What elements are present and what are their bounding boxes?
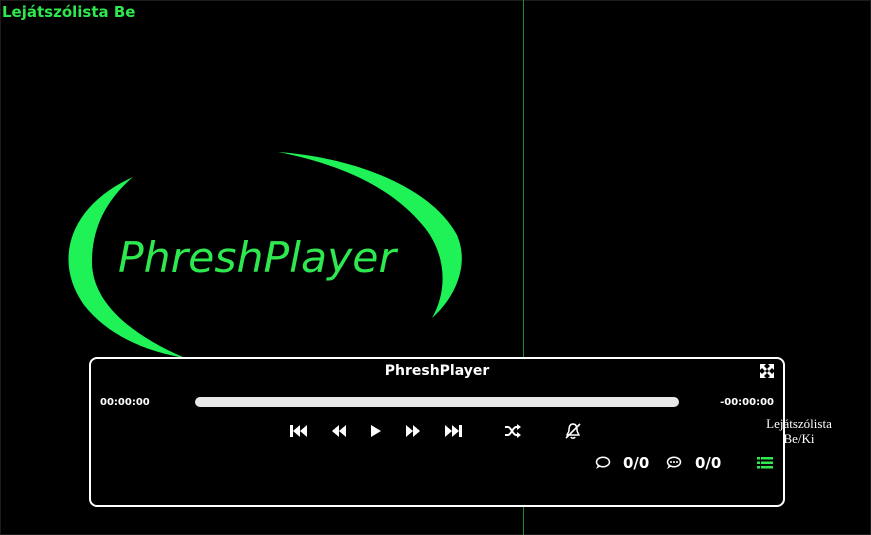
player-title: PhreshPlayer — [384, 363, 490, 379]
comments-icon[interactable] — [664, 454, 684, 472]
playlist-icon[interactable] — [755, 454, 775, 472]
progress-bar[interactable] — [195, 397, 679, 407]
comments-count: 0/0 — [695, 454, 722, 472]
player-control-panel: PhreshPlayer 00:00:00 -00:00:00 0/0 0/0 — [89, 357, 785, 507]
rewind-icon[interactable] — [329, 422, 349, 440]
shuffle-icon[interactable] — [503, 422, 523, 440]
fast-forward-icon[interactable] — [403, 422, 423, 440]
time-remaining: -00:00:00 — [720, 397, 774, 408]
time-elapsed: 00:00:00 — [100, 397, 150, 408]
subtitles-count: 0/0 — [623, 454, 650, 472]
skip-next-icon[interactable] — [443, 422, 463, 440]
skip-previous-icon[interactable] — [289, 422, 309, 440]
logo-text: PhreshPlayer — [118, 233, 399, 282]
subtitles-icon[interactable] — [593, 454, 613, 472]
mute-bell-icon[interactable] — [563, 422, 583, 440]
fullscreen-icon[interactable] — [759, 363, 775, 379]
playlist-tooltip: Lejátszólista Be/Ki — [766, 416, 832, 446]
play-icon[interactable] — [366, 422, 386, 440]
